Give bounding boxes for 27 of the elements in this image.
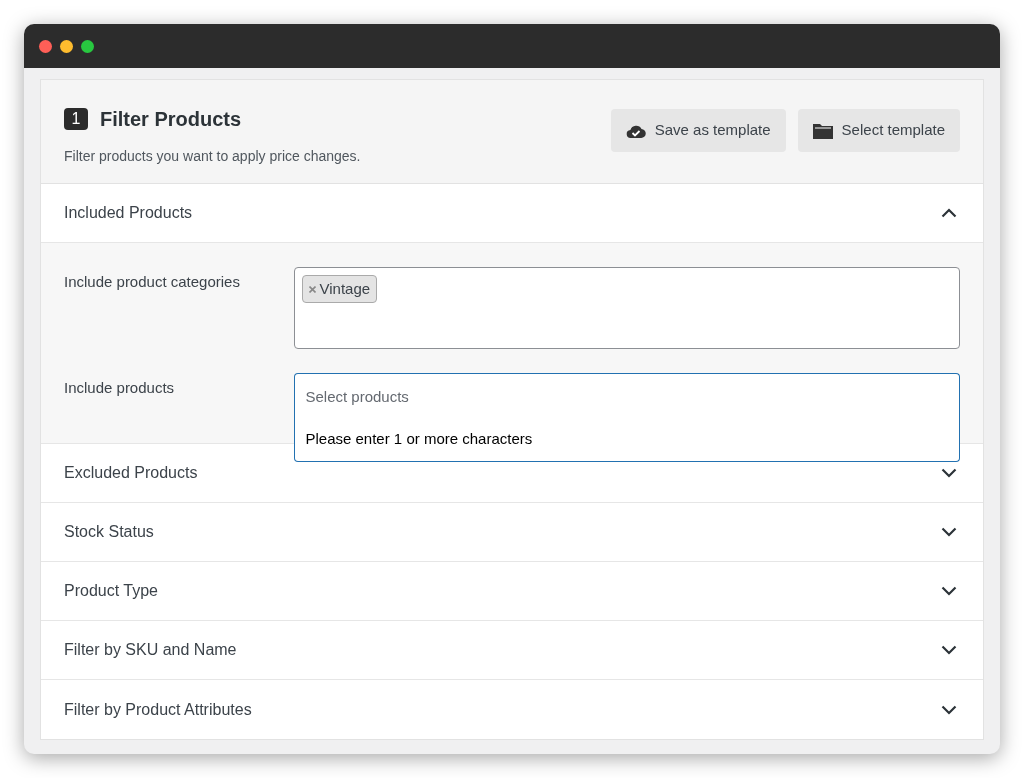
accordion-header[interactable]: Product Type (41, 562, 983, 621)
chevron-down-icon (941, 704, 957, 715)
accordion-header[interactable]: Filter by SKU and Name (41, 621, 983, 680)
section-description: Filter products you want to apply price changes. (64, 147, 361, 166)
product-select-field[interactable]: Select products (294, 373, 960, 418)
accordion-header[interactable]: Stock Status (41, 503, 983, 562)
save-template-button[interactable]: Save as template (610, 109, 786, 152)
chevron-up-icon (941, 208, 957, 218)
tags-field[interactable]: Vintage (294, 267, 960, 349)
accordion-header[interactable]: Excluded Products (41, 444, 983, 503)
tag-chip[interactable]: Vintage (302, 275, 378, 303)
chevron-down-icon (941, 527, 957, 537)
field-label: Include product categories (64, 272, 241, 292)
accordion-header[interactable]: Filter by Product Attributes (41, 680, 983, 739)
select-template-button[interactable]: Select template (797, 109, 960, 152)
minimize-window-button[interactable] (60, 39, 73, 53)
field-label: Include products (64, 378, 176, 398)
close-window-button[interactable] (39, 39, 52, 53)
folder-icon (812, 122, 833, 139)
chevron-down-icon (941, 586, 957, 596)
step-badge: 1 (64, 108, 88, 130)
chevron-down-icon (941, 468, 957, 478)
dropdown-message: Please enter 1 or more characters (294, 418, 960, 462)
remove-icon[interactable] (309, 285, 317, 293)
section-title: Filter Products (100, 107, 242, 132)
maximize-window-button[interactable] (81, 39, 94, 53)
chevron-down-icon (941, 645, 957, 655)
